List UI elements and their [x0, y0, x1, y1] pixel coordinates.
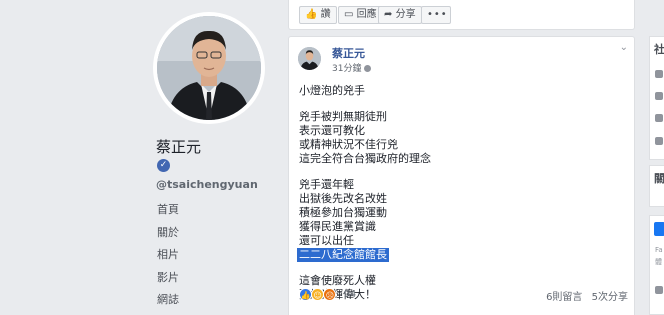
post-line: 出獄後先改名改姓: [299, 192, 387, 205]
profile-side-nav: 首頁 關於 相片 影片 網誌: [157, 203, 179, 315]
portrait-illustration: [157, 16, 261, 120]
thumbs-up-icon: 👍: [305, 9, 318, 20]
follow-icon: [655, 114, 663, 122]
comment-icon: ▭: [344, 9, 354, 20]
comment-label: 回應: [356, 9, 377, 20]
post-line: 表示還可教化: [299, 124, 365, 137]
like-icon: [655, 92, 663, 100]
post-line: 獲得民進黨賞識: [299, 220, 376, 233]
right-card-info: Fa 體: [649, 215, 664, 315]
comment-button[interactable]: ▭ 回應: [338, 6, 383, 24]
more-options-button[interactable]: •••: [421, 6, 451, 24]
share-button[interactable]: ➦ 分享: [378, 6, 422, 24]
post-timestamp[interactable]: 31分鐘: [332, 61, 372, 74]
nav-item-home[interactable]: 首頁: [157, 203, 179, 226]
info-icon: [655, 286, 663, 294]
nav-item-photos[interactable]: 相片: [157, 248, 179, 271]
post-body: 小燈泡的兇手 兇手被判無期徒刑 表示還可教化 或精神狀況不佳行兇 這完全符合台獨…: [297, 84, 619, 314]
post-line: 兇手被判無期徒刑: [299, 110, 387, 123]
post-author-name[interactable]: 蔡正元: [332, 45, 365, 61]
post-line: 這完全符合台獨政府的理念: [299, 152, 431, 165]
previous-post-actions: 👍 讚 ▭ 回應 ➦ 分享 •••: [288, 0, 635, 30]
avatar-illustration: [298, 47, 321, 70]
right-card-tiny-text: Fa: [655, 246, 663, 254]
right-card-title: 社: [654, 43, 664, 56]
post-card: 蔡正元 31分鐘 ⌄ 小燈泡的兇手 兇手被判無期徒刑 表示還可教化 或精神狀況不…: [288, 36, 635, 315]
reaction-count: 94: [343, 289, 357, 300]
right-card-tiny-text: 體: [655, 258, 662, 266]
like-button[interactable]: 👍 讚: [299, 6, 337, 24]
like-reaction-icon: 👍: [299, 288, 312, 301]
like-label: 讚: [320, 9, 331, 20]
share-label: 分享: [395, 9, 416, 20]
post-time-text: 31分鐘: [332, 64, 362, 74]
post-line: 還可以出任: [299, 234, 354, 247]
angry-reaction-icon: ☹: [323, 288, 337, 301]
verified-badge-icon: ✓: [157, 159, 170, 172]
post-line: 或精神狀況不佳行兇: [299, 138, 398, 151]
paragraph-2: 兇手還年輕 出獄後先改名改姓 積極參加台獨運動 獲得民進黨賞識 還可以出任 二二…: [297, 178, 619, 262]
share-count-link[interactable]: 5次分享: [592, 292, 628, 303]
post-title: 小燈泡的兇手: [299, 84, 365, 97]
haha-reaction-icon: ☺: [311, 288, 325, 301]
checkin-icon: [655, 137, 663, 145]
highlighted-text[interactable]: 二二八紀念館館長: [297, 248, 389, 262]
nav-item-videos[interactable]: 影片: [157, 271, 179, 294]
post-line: 積極參加台獨運動: [299, 206, 387, 219]
paragraph-1: 兇手被判無期徒刑 表示還可教化 或精神狀況不佳行兇 這完全符合台獨政府的理念: [299, 110, 619, 166]
nav-item-about[interactable]: 關於: [157, 226, 179, 249]
post-line: 這會使廢死人權: [299, 274, 376, 287]
post-author-avatar[interactable]: [298, 47, 321, 70]
profile-handle[interactable]: @tsaichengyuan: [156, 178, 258, 191]
people-icon: [655, 70, 663, 78]
profile-photo: [157, 16, 261, 120]
facebook-icon: [654, 222, 664, 236]
chevron-down-icon[interactable]: ⌄: [620, 42, 628, 53]
reactions-summary[interactable]: 👍 ☺ ☹ 94: [299, 288, 356, 301]
share-icon: ➦: [384, 9, 393, 20]
comment-count-link[interactable]: 6則留言: [546, 292, 582, 303]
right-card-about: 關: [649, 165, 664, 207]
right-card-title: 關: [654, 172, 664, 185]
post-line: 兇手還年輕: [299, 178, 354, 191]
globe-icon: [364, 65, 372, 72]
nav-item-notes[interactable]: 網誌: [157, 293, 179, 315]
post-stats: 6則留言 5次分享: [540, 288, 628, 303]
profile-name[interactable]: 蔡正元: [156, 136, 201, 157]
profile-picture[interactable]: [153, 12, 265, 124]
right-card-community: 社: [649, 36, 664, 160]
